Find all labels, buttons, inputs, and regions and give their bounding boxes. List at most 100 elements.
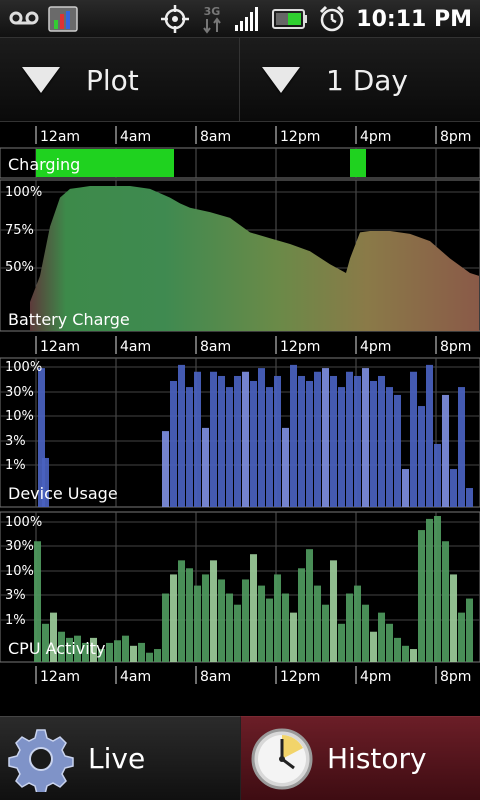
axis-tick-label: 12am	[40, 129, 80, 145]
axis-tick-label: 12pm	[280, 339, 320, 355]
range-dropdown[interactable]: 1 Day	[240, 38, 480, 122]
bar	[378, 612, 385, 662]
bar	[226, 593, 233, 662]
bar	[106, 642, 113, 662]
live-tab-button[interactable]: Live	[0, 716, 240, 800]
time-axis-bottom: 12am 4am 8am 12pm 4pm 8pm	[35, 666, 471, 685]
bar	[450, 574, 457, 662]
bar	[162, 593, 169, 662]
y-tick-label: 100%	[5, 185, 42, 200]
charging-label: Charging	[8, 155, 80, 174]
y-tick-label: 1%	[5, 458, 26, 473]
bar	[314, 371, 321, 507]
bar	[458, 612, 465, 662]
dropdown-triangle-icon	[22, 67, 60, 93]
bar	[322, 604, 329, 662]
bar	[362, 604, 369, 662]
bar	[266, 598, 273, 662]
axis-tick-label: 8pm	[440, 669, 471, 685]
bar	[314, 585, 321, 662]
bar	[434, 443, 441, 507]
bar	[218, 375, 225, 507]
bar	[338, 623, 345, 662]
bar	[130, 645, 137, 662]
y-tick-label: 1%	[5, 613, 26, 628]
battery-chart: 100% 75% 50% Battery Charge	[0, 179, 480, 332]
signal-icon	[235, 7, 259, 31]
bar	[306, 549, 313, 662]
cpu-activity-chart: 100% 30% 10% 3% 1% CPU Activity	[0, 511, 480, 663]
y-tick-label: 30%	[5, 385, 34, 400]
y-tick-label: 30%	[5, 539, 34, 554]
gps-icon	[161, 5, 190, 33]
bar	[170, 574, 177, 662]
bar	[194, 585, 201, 662]
y-tick-label: 3%	[5, 588, 26, 603]
bar	[290, 612, 297, 662]
axis-tick-label: 12am	[40, 669, 80, 685]
bar	[434, 516, 441, 662]
bar	[402, 645, 409, 662]
y-tick-label: 10%	[5, 564, 34, 579]
bar	[234, 375, 241, 507]
bar	[210, 560, 217, 662]
bar	[386, 387, 393, 507]
toolbar: Plot 1 Day	[0, 38, 480, 122]
bar	[306, 380, 313, 507]
bar	[258, 368, 265, 507]
clock-icon	[251, 728, 313, 789]
time-axis-middle: 12am 4am 8am 12pm 4pm 8pm	[35, 336, 471, 355]
bar	[378, 375, 385, 507]
axis-tick-label: 4am	[120, 129, 151, 145]
bar	[362, 368, 369, 507]
bar	[466, 598, 473, 662]
bar	[146, 652, 153, 662]
y-tick-label: 75%	[5, 223, 34, 238]
bar	[266, 387, 273, 507]
axis-tick-label: 12pm	[280, 669, 320, 685]
time-axis-top: 12am 4am 8am 12pm 4pm 8pm	[35, 126, 471, 145]
axis-tick-label: 12pm	[280, 129, 320, 145]
bar	[410, 371, 417, 507]
3g-data-icon: 3G	[203, 5, 222, 34]
axis-tick-label: 4am	[120, 669, 151, 685]
bar	[330, 560, 337, 662]
axis-tick-label: 4pm	[360, 339, 391, 355]
axis-tick-label: 4pm	[360, 669, 391, 685]
bar	[162, 431, 169, 507]
bar	[114, 640, 121, 662]
bar	[402, 469, 409, 507]
y-tick-label: 100%	[5, 515, 42, 530]
bar	[346, 593, 353, 662]
battery-chart-label: Battery Charge	[8, 310, 130, 329]
bar	[242, 579, 249, 662]
bar	[234, 604, 241, 662]
device-usage-label: Device Usage	[8, 484, 118, 503]
mode-dropdown[interactable]: Plot	[0, 38, 240, 122]
bar	[178, 364, 185, 507]
axis-tick-label: 8am	[200, 129, 231, 145]
history-charts: 12am 4am 8am 12pm 4pm 8pm Charging 100% 75% 5…	[0, 122, 480, 716]
axis-tick-label: 4am	[120, 339, 151, 355]
bar	[346, 371, 353, 507]
cpu-activity-label: CPU Activity	[8, 639, 105, 658]
history-tab-button[interactable]: History	[240, 716, 480, 800]
dropdown-triangle-icon	[262, 67, 300, 93]
bar	[298, 568, 305, 662]
bar	[194, 371, 201, 507]
bar	[202, 574, 209, 662]
device-usage-chart: 100% 30% 10% 3% 1% Device Usage	[0, 357, 480, 508]
status-clock: 10:11 PM	[356, 6, 472, 32]
battery-icon	[272, 9, 308, 29]
bar	[178, 560, 185, 662]
bar	[386, 623, 393, 662]
mode-dropdown-label: Plot	[86, 63, 139, 97]
bar	[394, 637, 401, 662]
range-dropdown-label: 1 Day	[326, 63, 409, 97]
voicemail-icon	[9, 11, 39, 25]
bar	[258, 585, 265, 662]
y-tick-label: 100%	[5, 360, 42, 375]
bar	[202, 427, 209, 507]
bar	[442, 541, 449, 662]
bar	[282, 593, 289, 662]
